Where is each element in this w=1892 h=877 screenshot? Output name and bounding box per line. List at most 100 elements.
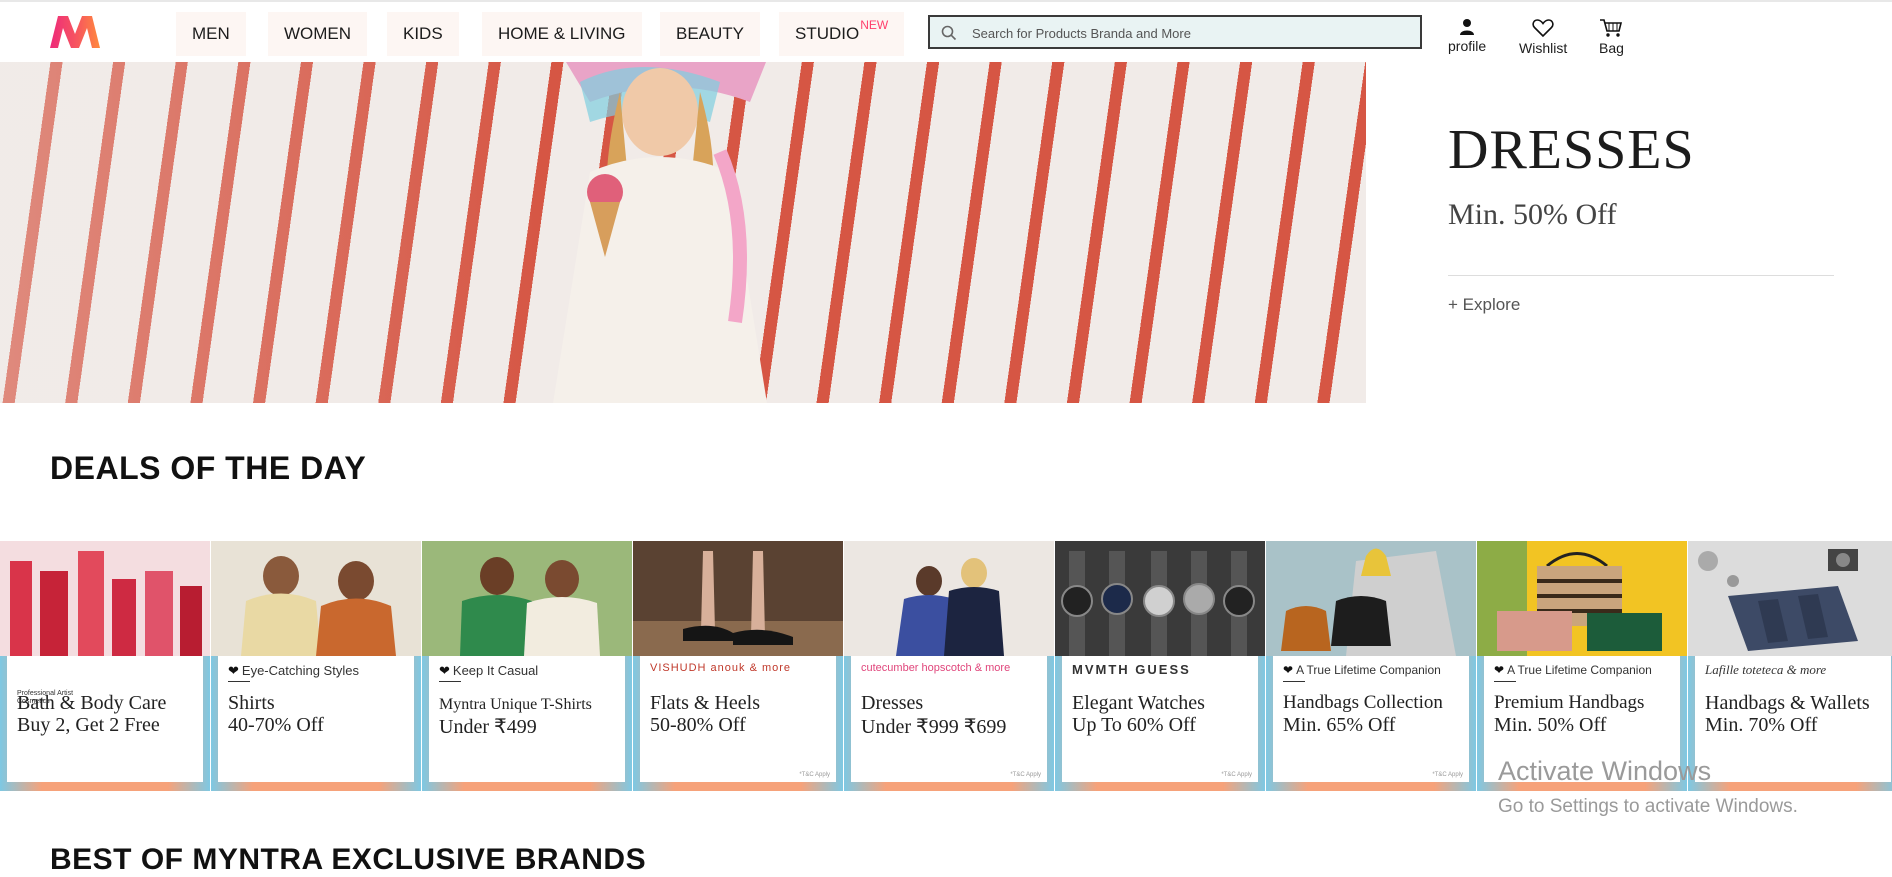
terms-note: *T&C Apply bbox=[1010, 772, 1041, 778]
terms-note: *T&C Apply bbox=[1221, 772, 1252, 778]
nav-home-living[interactable]: HOME & LIVING bbox=[482, 12, 642, 56]
deal-card-tag: ❤ A True Lifetime Companion bbox=[1283, 663, 1441, 682]
deal-card-panel: Professional Artist Cosmetics Bath & Bod… bbox=[7, 656, 203, 782]
deal-card-title: Bath & Body Care bbox=[17, 692, 167, 714]
deal-card-tag-label: Keep It Casual bbox=[452, 663, 539, 678]
heart-icon: ❤ bbox=[439, 663, 450, 678]
deal-card-image bbox=[0, 541, 210, 656]
deal-card-offer: Under ₹499 bbox=[439, 716, 537, 738]
deal-card-offer: Min. 50% Off bbox=[1494, 714, 1607, 736]
deal-card-panel: ❤ A True Lifetime Companion Handbags Coll… bbox=[1273, 656, 1469, 782]
heart-icon: ❤ bbox=[228, 663, 239, 678]
deal-card-tag-label: Eye-Catching Styles bbox=[241, 663, 359, 678]
terms-note: *T&C Apply bbox=[1432, 772, 1463, 778]
tag-underline bbox=[1283, 681, 1305, 682]
deal-card-image bbox=[422, 541, 632, 656]
hero-model-image bbox=[553, 62, 767, 403]
cart-icon bbox=[1600, 19, 1623, 37]
wishlist-label: Wishlist bbox=[1519, 40, 1568, 56]
wishlist-button[interactable]: Wishlist bbox=[1519, 18, 1567, 56]
deal-card-title: Myntra Unique T-Shirts bbox=[439, 696, 592, 713]
deal-card-offer: Up To 60% Off bbox=[1072, 714, 1196, 736]
deal-card-dresses[interactable]: cutecumber hopscotch & more Dresses Unde… bbox=[844, 541, 1054, 791]
heart-icon bbox=[1532, 19, 1554, 38]
deal-card-offer: Buy 2, Get 2 Free bbox=[17, 714, 160, 736]
windows-watermark-subtitle: Go to Settings to activate Windows. bbox=[1498, 796, 1798, 817]
deal-card-panel: MVMTH GUESS Elegant Watches Up To 60% Of… bbox=[1062, 656, 1258, 782]
deal-card-tag: ❤ Keep It Casual bbox=[439, 663, 539, 682]
deal-card-brands: MVMTH GUESS bbox=[1072, 662, 1191, 677]
deal-card-panel: cutecumber hopscotch & more Dresses Unde… bbox=[851, 656, 1047, 782]
hero-divider bbox=[1448, 275, 1834, 276]
new-badge: NEW bbox=[860, 18, 889, 32]
deal-card-image bbox=[1477, 541, 1687, 656]
deal-card-image bbox=[1266, 541, 1476, 656]
deal-card-title: Elegant Watches bbox=[1072, 692, 1205, 714]
deal-card-brands: Lafille toteteca & more bbox=[1705, 662, 1827, 677]
nav-home-living-label: HOME & LIVING bbox=[498, 24, 626, 43]
deal-card-tag: ❤ A True Lifetime Companion bbox=[1494, 663, 1652, 682]
exclusive-brands-heading: BEST OF MYNTRA EXCLUSIVE BRANDS bbox=[50, 843, 647, 876]
bag-label: Bag bbox=[1599, 40, 1624, 56]
deal-card-image bbox=[211, 541, 421, 656]
deal-card-tshirts[interactable]: ❤ Keep It Casual Myntra Unique T-Shirts U… bbox=[422, 541, 632, 791]
windows-watermark-title: Activate Windows bbox=[1498, 756, 1712, 786]
deal-card-offer: Min. 70% Off bbox=[1705, 714, 1818, 736]
deal-card-offer: Min. 65% Off bbox=[1283, 714, 1396, 736]
heart-icon: ❤ bbox=[1494, 663, 1505, 677]
deal-card-handbags-collection[interactable]: ❤ A True Lifetime Companion Handbags Coll… bbox=[1266, 541, 1476, 791]
deal-card-image bbox=[844, 541, 1054, 656]
deal-card-brands: VISHUDH anouk & more bbox=[650, 662, 792, 674]
deal-card-panel: ❤ Keep It Casual Myntra Unique T-Shirts U… bbox=[429, 656, 625, 782]
bag-button[interactable]: Bag bbox=[1599, 18, 1624, 56]
deal-card-flats-heels[interactable]: VISHUDH anouk & more Flats & Heels 50-80… bbox=[633, 541, 843, 791]
nav-studio[interactable]: STUDIONEW bbox=[779, 12, 905, 56]
deal-card-handbags-wallets[interactable]: Lafille toteteca & more Handbags & Walle… bbox=[1688, 541, 1892, 791]
search-icon bbox=[941, 25, 957, 41]
nav-women[interactable]: WOMEN bbox=[268, 12, 368, 56]
deal-card-title: Flats & Heels bbox=[650, 692, 760, 714]
heart-icon: ❤ bbox=[1283, 663, 1294, 677]
deal-card-bath-body[interactable]: Professional Artist Cosmetics Bath & Bod… bbox=[0, 541, 210, 791]
deal-card-image bbox=[1688, 541, 1892, 656]
nav-women-label: WOMEN bbox=[284, 24, 352, 43]
deal-card-offer: Under ₹999 ₹699 bbox=[861, 716, 1007, 738]
nav-kids[interactable]: KIDS bbox=[387, 12, 459, 56]
deals-carousel: Professional Artist Cosmetics Bath & Bod… bbox=[0, 541, 1892, 791]
search-input[interactable] bbox=[970, 17, 1414, 49]
user-icon bbox=[1460, 19, 1475, 35]
deal-card-panel: VISHUDH anouk & more Flats & Heels 50-80… bbox=[640, 656, 836, 782]
hero-subtitle: Min. 50% Off bbox=[1448, 198, 1617, 231]
tag-underline bbox=[228, 681, 250, 682]
deal-card-shirts[interactable]: ❤ Eye-Catching Styles Shirts 40-70% Off bbox=[211, 541, 421, 791]
deal-card-title: Dresses bbox=[861, 692, 924, 714]
hero-explore-link[interactable]: + Explore bbox=[1448, 295, 1520, 315]
deal-card-title: Premium Handbags bbox=[1494, 692, 1645, 713]
deal-card-premium-handbags[interactable]: ❤ A True Lifetime Companion Premium Handb… bbox=[1477, 541, 1687, 791]
nav-men[interactable]: MEN bbox=[176, 12, 246, 56]
tag-underline bbox=[1494, 681, 1516, 682]
deal-card-image bbox=[633, 541, 843, 656]
nav-kids-label: KIDS bbox=[403, 24, 443, 43]
hero-banner-image[interactable] bbox=[0, 62, 1366, 403]
search-bar[interactable] bbox=[928, 15, 1422, 49]
deal-card-offer: 50-80% Off bbox=[650, 714, 746, 736]
deal-card-offer: 40-70% Off bbox=[228, 714, 324, 736]
nav-men-label: MEN bbox=[192, 24, 230, 43]
profile-button[interactable]: profile bbox=[1448, 18, 1486, 54]
deal-card-title: Handbags Collection bbox=[1283, 692, 1443, 713]
header: MEN WOMEN KIDS HOME & LIVING BEAUTY STUD… bbox=[0, 2, 1892, 62]
tag-underline bbox=[439, 681, 461, 682]
deals-heading: DEALS OF THE DAY bbox=[50, 450, 367, 486]
nav-studio-label: STUDIO bbox=[795, 24, 860, 43]
myntra-logo-icon[interactable] bbox=[48, 12, 102, 52]
nav-beauty-label: BEAUTY bbox=[676, 24, 745, 43]
terms-note: *T&C Apply bbox=[799, 772, 830, 778]
deal-card-tag-label: A True Lifetime Companion bbox=[1507, 663, 1652, 677]
deal-card-panel: Lafille toteteca & more Handbags & Walle… bbox=[1695, 656, 1891, 782]
deal-card-watches[interactable]: MVMTH GUESS Elegant Watches Up To 60% Of… bbox=[1055, 541, 1265, 791]
deal-card-title: Shirts bbox=[228, 692, 275, 714]
hero-title: DRESSES bbox=[1448, 119, 1695, 181]
nav-beauty[interactable]: BEAUTY bbox=[660, 12, 761, 56]
deal-card-tag: ❤ Eye-Catching Styles bbox=[228, 663, 359, 682]
